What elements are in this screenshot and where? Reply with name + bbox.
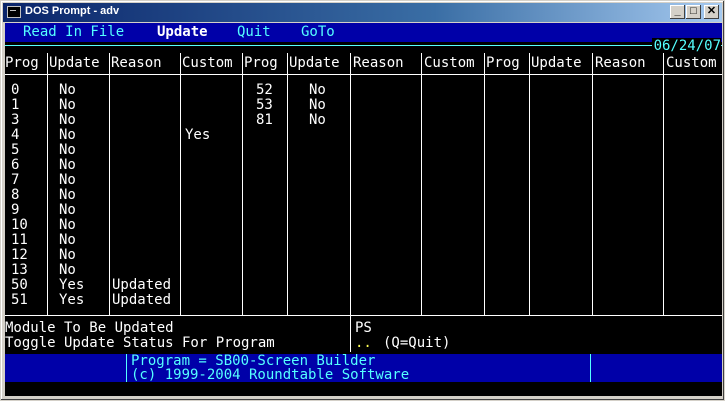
update-cell: No [59,217,76,233]
header-custom: Custom [424,55,475,71]
update-cell: No [59,232,76,248]
prog-cell: 9 [11,202,20,218]
column-divider [529,53,530,315]
update-cell: Yes [59,292,85,308]
column-divider [484,53,485,315]
menu-quit[interactable]: Quit [237,24,271,41]
column-divider [350,53,351,352]
column-divider [242,53,243,315]
reason-cell: Updated [112,277,172,293]
prog-cell: 8 [11,187,20,203]
prog-cell: 1 [11,97,20,113]
update-cell: No [59,112,76,128]
update-cell: No [59,127,76,143]
header-update: Update [49,55,100,71]
update-cell: No [59,142,76,158]
header-rule [5,45,722,46]
console-screen: Read In File Update Quit GoTo 06/24/07 P… [5,23,722,396]
update-cell: No [59,172,76,188]
update-cell: No [59,202,76,218]
prog-cell: 10 [11,217,28,233]
status-bar: Program = SB00-Screen Builder (c) 1999-2… [5,354,722,382]
update-cell: No [59,97,76,113]
program-input-field[interactable]: .. [355,336,372,351]
update-cell: No [59,247,76,263]
column-divider [421,53,422,315]
prog-cell: 13 [11,262,28,278]
prog-cell: 0 [11,82,20,98]
update-cell: No [59,262,76,278]
prog-cell: 11 [11,232,28,248]
window-title: DOS Prompt - adv [25,5,120,17]
console-icon[interactable] [7,6,21,18]
header-custom: Custom [182,55,233,71]
input-panel: Module To Be Updated Toggle Update Statu… [5,321,722,353]
prog-cell: 4 [11,127,20,143]
prog-cell: 6 [11,157,20,173]
quit-hint: (Q=Quit) [383,335,451,351]
menu-bar: Read In File Update Quit GoTo [5,23,722,42]
update-cell: Yes [59,277,85,293]
header-reason: Reason [595,55,646,71]
prog-cell: 7 [11,172,20,188]
column-divider [47,53,48,315]
header-update: Update [531,55,582,71]
column-divider [109,53,110,315]
module-value: PS [355,320,372,336]
header-reason: Reason [111,55,162,71]
reason-cell: Updated [112,292,172,308]
menu-goto[interactable]: GoTo [301,24,335,41]
header-update: Update [289,55,340,71]
prog-cell: 3 [11,112,20,128]
status-copyright: (c) 1999-2004 Roundtable Software [131,367,410,383]
status-divider [126,354,127,382]
date-display: 06/24/07 [651,38,721,54]
update-cell: No [59,157,76,173]
prog-cell: 52 [256,82,273,98]
toggle-label: Toggle Update Status For Program [5,335,275,351]
column-divider [592,53,593,315]
menu-read-in-file[interactable]: Read In File [23,24,124,41]
header-prog: Prog [486,55,520,71]
update-cell: No [59,187,76,203]
prog-cell: 53 [256,97,273,113]
menu-update[interactable]: Update [157,24,208,41]
module-label: Module To Be Updated [5,320,174,336]
table-bottom-rule [5,315,722,316]
header-custom: Custom [666,55,717,71]
prog-cell: 51 [11,292,28,308]
prog-cell: 5 [11,142,20,158]
header-reason: Reason [353,55,404,71]
prog-cell: 50 [11,277,28,293]
dos-prompt-window: DOS Prompt - adv _ □ ✕ Read In File Upda… [0,0,725,401]
column-divider [663,53,664,315]
update-cell: No [59,82,76,98]
maximize-button[interactable]: □ [686,5,701,19]
title-bar[interactable]: DOS Prompt - adv _ □ ✕ [3,3,722,22]
prog-cell: 12 [11,247,28,263]
update-cell: No [309,82,326,98]
status-divider [590,354,591,382]
column-divider [180,53,181,315]
close-button[interactable]: ✕ [704,5,719,19]
column-divider [287,53,288,315]
header-prog: Prog [5,55,39,71]
custom-cell: Yes [185,127,211,143]
header-prog: Prog [244,55,278,71]
minimize-button[interactable]: _ [670,5,685,19]
header-underline [5,74,722,75]
update-cell: No [309,97,326,113]
prog-cell: 81 [256,112,273,128]
update-cell: No [309,112,326,128]
